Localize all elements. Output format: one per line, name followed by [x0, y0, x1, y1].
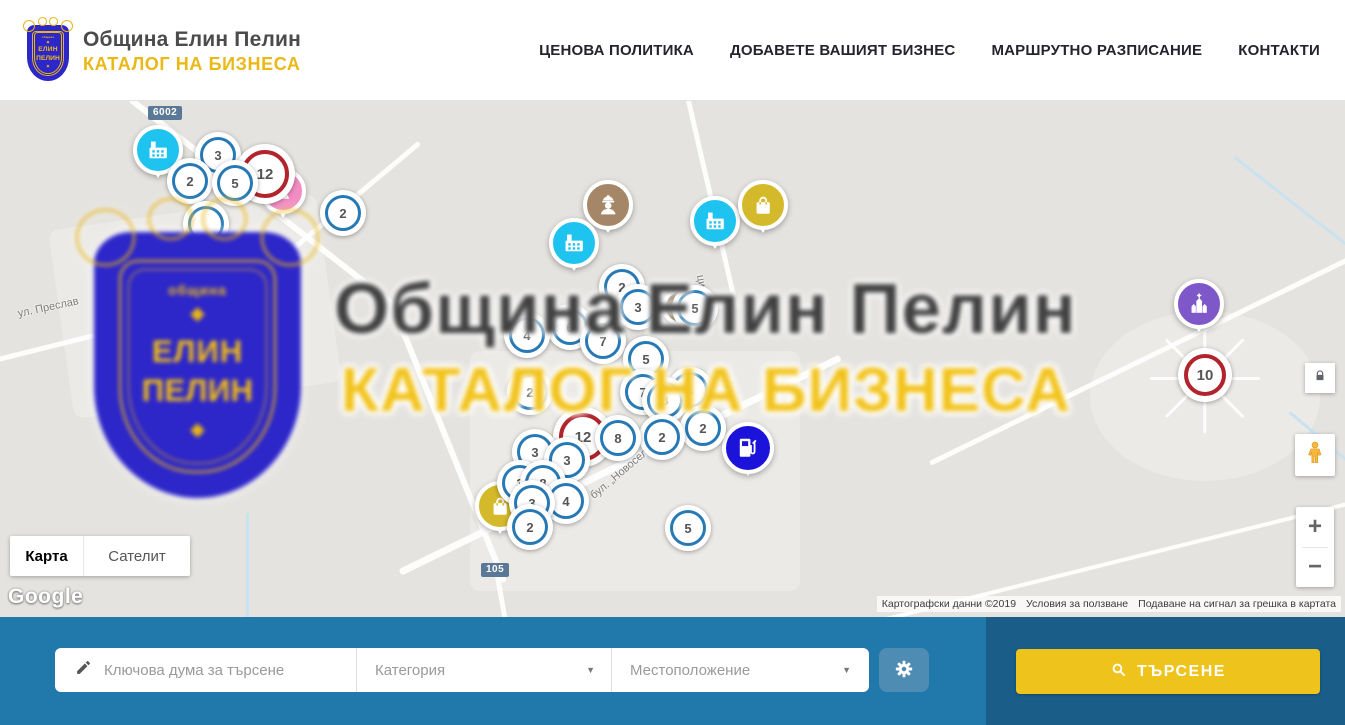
attribution-terms-link[interactable]: Условия за ползване	[1026, 598, 1128, 610]
cluster-marker[interactable]: 5	[672, 285, 718, 331]
municipality-crest-logo: община ◆ ЕЛИН ПЕЛИН ◆	[25, 21, 71, 81]
cluster-marker[interactable]: 2	[639, 414, 685, 460]
cluster-marker[interactable]: 5	[212, 160, 258, 206]
search-action-panel: ТЪРСЕНЕ	[986, 617, 1345, 725]
bag-pin-marker[interactable]	[738, 180, 788, 230]
page: община ◆ ЕЛИН ПЕЛИН ◆ Община Елин Пелин …	[0, 0, 1345, 725]
cluster-marker[interactable]: 5	[665, 505, 711, 551]
map-attribution: Картографски данни ©2019 Условия за полз…	[877, 596, 1341, 612]
google-logo[interactable]: Google	[8, 585, 83, 609]
crest-text-line1: ЕЛИН	[25, 46, 71, 53]
cluster-marker[interactable]: 2	[507, 504, 553, 550]
cluster-marker[interactable]: 2	[320, 190, 366, 236]
church-pin-marker[interactable]	[1174, 279, 1224, 329]
cluster-marker[interactable]: 10	[1178, 348, 1232, 402]
zoom-out-button[interactable]: −	[1296, 548, 1334, 588]
nav-route-schedule[interactable]: МАРШРУТНО РАЗПИСАНИЕ	[991, 42, 1202, 59]
pegman-icon	[1302, 437, 1328, 474]
lock-icon	[1313, 369, 1327, 388]
street-view-pegman-button[interactable]	[1295, 434, 1335, 476]
crest-ornament: ◆	[25, 40, 71, 44]
search-bar: Категория ▼ Местоположение ▼ ТЪРСЕНЕ	[0, 617, 1345, 725]
map-type-satellite-button[interactable]: Сателит	[84, 536, 190, 576]
search-button[interactable]: ТЪРСЕНЕ	[1016, 649, 1320, 694]
map-canvas[interactable]: ул. Преславбул. „Новоселции" 6002105 312…	[0, 101, 1345, 617]
search-icon	[1110, 661, 1127, 683]
cluster-marker[interactable]: 7	[580, 318, 626, 364]
advanced-options-button[interactable]	[879, 648, 929, 692]
zoom-control: + −	[1296, 507, 1334, 587]
zoom-in-button[interactable]: +	[1296, 507, 1334, 547]
keyword-field-wrapper	[55, 648, 357, 692]
lock-control-button[interactable]	[1305, 363, 1335, 393]
header: община ◆ ЕЛИН ПЕЛИН ◆ Община Елин Пелин …	[0, 0, 1345, 101]
cluster-marker[interactable]: 4	[504, 312, 550, 358]
keyword-search-input[interactable]	[104, 662, 334, 679]
nav-add-your-business[interactable]: ДОБАВЕТЕ ВАШИЯТ БИЗНЕС	[730, 42, 955, 59]
category-select[interactable]: Категория ▼	[357, 648, 612, 692]
map-type-control: Карта Сателит	[10, 536, 190, 576]
location-select[interactable]: Местоположение ▼	[612, 648, 867, 692]
road-badge: 105	[481, 563, 509, 577]
cluster-marker[interactable]: 2	[507, 369, 553, 415]
chevron-down-icon: ▼	[586, 665, 595, 675]
search-input-group: Категория ▼ Местоположение ▼	[55, 648, 869, 692]
road-badge: 6002	[148, 106, 182, 120]
cluster-marker[interactable]: 3	[615, 284, 661, 330]
site-title: Община Елин Пелин	[83, 28, 301, 52]
nav-contacts[interactable]: КОНТАКТИ	[1238, 42, 1320, 59]
map-type-map-button[interactable]: Карта	[10, 536, 84, 576]
site-subtitle: КАТАЛОГ НА БИЗНЕСА	[83, 54, 301, 75]
category-select-value: Категория	[375, 662, 445, 679]
site-logo[interactable]: община ◆ ЕЛИН ПЕЛИН ◆ Община Елин Пелин …	[25, 21, 301, 81]
main-nav: ЦЕНОВА ПОЛИТИКА ДОБАВЕТЕ ВАШИЯТ БИЗНЕС М…	[539, 0, 1320, 101]
factory-pin-marker[interactable]	[690, 196, 740, 246]
fuel-pin-marker[interactable]	[722, 422, 774, 474]
map-waterway	[246, 513, 249, 617]
cluster-marker[interactable]	[183, 201, 229, 247]
crest-ornament: ◆	[25, 64, 71, 68]
gear-icon	[893, 658, 915, 683]
crest-ornament: ◆	[85, 419, 310, 440]
cluster-marker[interactable]: 2	[167, 158, 213, 204]
cluster-marker[interactable]: 2	[680, 405, 726, 451]
search-button-label: ТЪРСЕНЕ	[1137, 663, 1226, 681]
location-select-value: Местоположение	[630, 662, 750, 679]
nav-pricing-policy[interactable]: ЦЕНОВА ПОЛИТИКА	[539, 42, 694, 59]
attribution-report-link[interactable]: Подаване на сигнал за грешка в картата	[1138, 598, 1336, 610]
factory-pin-marker[interactable]	[549, 218, 599, 268]
crest-text-line2: ПЕЛИН	[25, 55, 71, 62]
attribution-copyright: Картографски данни ©2019	[882, 598, 1016, 610]
pencil-icon	[75, 659, 92, 681]
chevron-down-icon: ▼	[842, 665, 851, 675]
map-waterway	[1234, 156, 1345, 244]
cluster-marker[interactable]: 8	[595, 415, 641, 461]
